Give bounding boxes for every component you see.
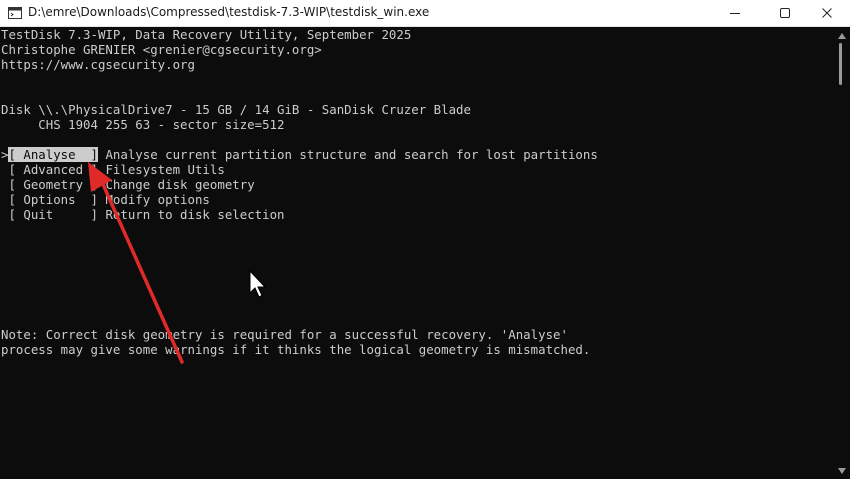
console-app-icon bbox=[8, 7, 22, 19]
minimize-icon bbox=[730, 13, 740, 14]
console-area[interactable]: TestDisk 7.3-WIP, Data Recovery Utility,… bbox=[0, 27, 834, 479]
header-version-line: TestDisk 7.3-WIP, Data Recovery Utility,… bbox=[1, 27, 412, 42]
menu-label-advanced[interactable]: [ Advanced ] bbox=[8, 162, 98, 177]
disk-info-line: Disk \\.\PhysicalDrive7 - 15 GB / 14 GiB… bbox=[1, 102, 471, 117]
menu-desc-geometry: Change disk geometry bbox=[98, 177, 255, 192]
menu-label-quit[interactable]: [ Quit ] bbox=[8, 207, 98, 222]
header-author-line: Christophe GRENIER <grenier@cgsecurity.o… bbox=[1, 42, 322, 57]
mouse-pointer-icon bbox=[249, 270, 267, 298]
menu-desc-advanced: Filesystem Utils bbox=[98, 162, 225, 177]
menu-item-advanced[interactable]: [ Advanced ] Filesystem Utils bbox=[1, 162, 225, 177]
note-line-2: process may give some warnings if it thi… bbox=[1, 342, 591, 357]
scroll-down-icon[interactable] bbox=[838, 468, 846, 474]
menu-item-options[interactable]: [ Options ] Modify options bbox=[1, 192, 210, 207]
maximize-button[interactable] bbox=[762, 0, 808, 26]
menu-item-quit[interactable]: [ Quit ] Return to disk selection bbox=[1, 207, 285, 222]
menu-label-options[interactable]: [ Options ] bbox=[8, 192, 98, 207]
vertical-scrollbar[interactable] bbox=[834, 27, 850, 479]
menu-item-geometry[interactable]: [ Geometry ] Change disk geometry bbox=[1, 177, 255, 192]
scrollbar-thumb[interactable] bbox=[839, 43, 842, 85]
header-url-line: https://www.cgsecurity.org bbox=[1, 57, 195, 72]
menu-label-analyse[interactable]: [ Analyse ] bbox=[8, 147, 98, 162]
title-bar[interactable]: D:\emre\Downloads\Compressed\testdisk-7.… bbox=[0, 0, 850, 27]
window-title: D:\emre\Downloads\Compressed\testdisk-7.… bbox=[28, 5, 430, 19]
menu-label-geometry[interactable]: [ Geometry ] bbox=[8, 177, 98, 192]
menu-desc-quit: Return to disk selection bbox=[98, 207, 285, 222]
disk-chs-line: CHS 1904 255 63 - sector size=512 bbox=[1, 117, 285, 132]
scroll-up-icon[interactable] bbox=[838, 33, 846, 39]
close-icon bbox=[822, 8, 832, 18]
menu-item-analyse[interactable]: >[ Analyse ] Analyse current partition s… bbox=[1, 147, 598, 162]
menu-desc-analyse: Analyse current partition structure and … bbox=[98, 147, 598, 162]
minimize-button[interactable] bbox=[712, 0, 758, 26]
menu-desc-options: Modify options bbox=[98, 192, 210, 207]
close-button[interactable] bbox=[804, 0, 850, 26]
maximize-icon bbox=[780, 8, 790, 18]
note-line-1: Note: Correct disk geometry is required … bbox=[1, 327, 568, 342]
